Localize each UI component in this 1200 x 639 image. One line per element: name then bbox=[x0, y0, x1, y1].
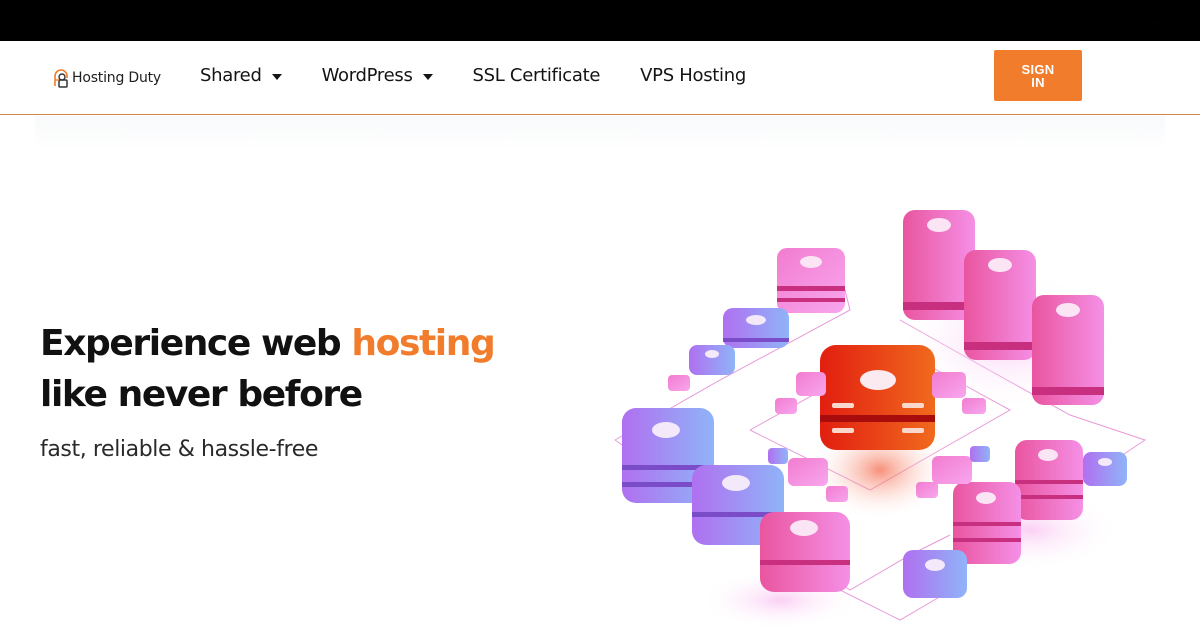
hero-title-part1: Experience web bbox=[40, 323, 352, 364]
top-announcement-bar: · · · · · · · · · · · · · · · · · · · · … bbox=[0, 0, 1200, 41]
server-purple-small-right bbox=[1083, 452, 1127, 486]
server-network-illustration bbox=[600, 190, 1170, 634]
caret-down-icon bbox=[271, 73, 282, 80]
sign-in-button[interactable]: SIGN IN bbox=[994, 50, 1082, 101]
hero-subtitle: fast, reliable & hassle-free bbox=[40, 437, 318, 462]
nav-item-shared[interactable]: Shared bbox=[200, 65, 282, 86]
server-core-red bbox=[820, 345, 935, 450]
logo-text: Hosting Duty bbox=[72, 70, 162, 86]
nav-item-ssl-certificate[interactable]: SSL Certificate bbox=[473, 65, 601, 86]
site-header: Hosting Duty Shared WordPress SSL Certif… bbox=[0, 41, 1200, 115]
server-pink-bottom bbox=[760, 512, 850, 592]
nav-label: VPS Hosting bbox=[640, 65, 746, 86]
server-purple-1 bbox=[723, 308, 789, 348]
server-tall-2 bbox=[964, 250, 1036, 360]
topbar-right-link[interactable]: · · · · · · bbox=[1147, 9, 1162, 29]
nav-label: Shared bbox=[200, 65, 262, 86]
sign-in-label: SIGN IN bbox=[1021, 61, 1055, 90]
caret-down-icon bbox=[422, 73, 433, 80]
topbar-right-text-2: · · bbox=[1151, 20, 1158, 27]
server-tall-3 bbox=[1032, 295, 1104, 405]
announcement-text: · · · · · · · · · · · · · · · · · · · · … bbox=[547, 15, 653, 22]
topbar-right-text-1: · · · · bbox=[1146, 10, 1162, 17]
nav-item-vps-hosting[interactable]: VPS Hosting bbox=[640, 65, 746, 86]
server-small-top bbox=[777, 248, 845, 313]
hero-title-accent: hosting bbox=[351, 323, 495, 364]
header-shadow bbox=[35, 116, 1165, 151]
hero-title: Experience web hosting like never before bbox=[40, 318, 496, 420]
nav-item-wordpress[interactable]: WordPress bbox=[322, 65, 433, 86]
server-pink-stack-right bbox=[1015, 440, 1083, 520]
server-purple-2 bbox=[689, 345, 735, 375]
server-pink-stack-mid bbox=[953, 482, 1021, 564]
hd-monogram-icon bbox=[53, 68, 69, 88]
main-nav: Shared WordPress SSL Certificate VPS Hos… bbox=[200, 65, 786, 86]
nav-label: WordPress bbox=[321, 65, 413, 86]
server-purple-small-bottom bbox=[903, 550, 967, 598]
nav-label: SSL Certificate bbox=[472, 65, 601, 86]
logo[interactable]: Hosting Duty bbox=[53, 68, 161, 88]
hero-title-line2: like never before bbox=[40, 374, 363, 415]
